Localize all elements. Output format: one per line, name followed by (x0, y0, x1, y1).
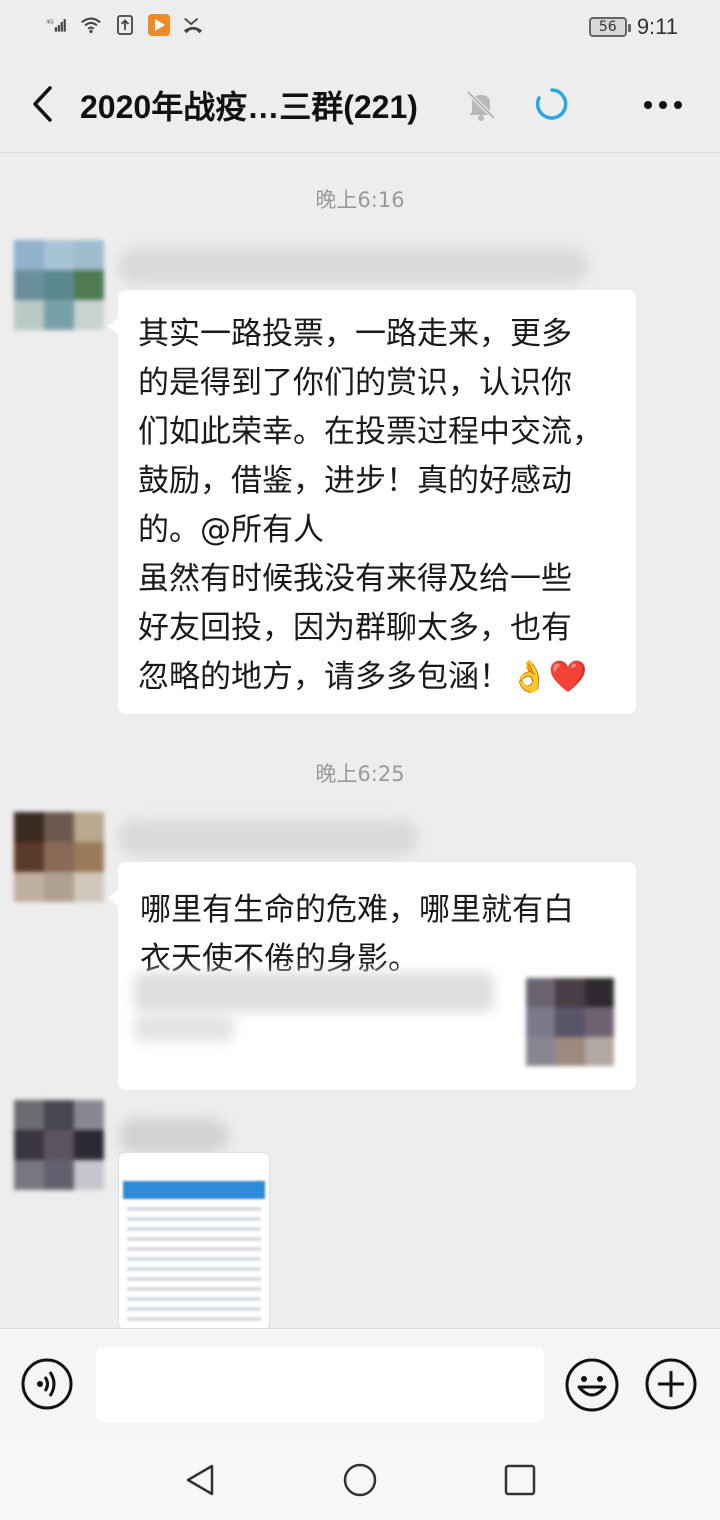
chat-title: 2020年战疫…三群(221) (80, 89, 418, 125)
avatar[interactable] (14, 812, 104, 902)
emoji-button[interactable] (564, 1357, 620, 1413)
voice-icon (21, 1358, 73, 1410)
upload-icon (114, 14, 136, 36)
message-text: 其实一路投票，一路走来，更多 的是得到了你们的赏识，认识你 们如此荣幸。在投票过… (138, 310, 618, 702)
message-bubble[interactable]: 哪里有生命的危难，哪里就有白 衣天使不倦的身影。 (108, 862, 636, 1090)
sender-name-blurred (118, 820, 418, 856)
plus-icon (645, 1358, 697, 1410)
voice-input-button[interactable] (20, 1357, 74, 1411)
chat-input-bar (0, 1328, 720, 1441)
triangle-back-icon (186, 1464, 214, 1496)
avatar[interactable] (14, 1100, 104, 1190)
battery-level: 56 (598, 19, 617, 35)
link-thumbnail (526, 978, 614, 1066)
image-body-blurred (127, 1207, 261, 1327)
chat-header: 2020年战疫…三群(221) (0, 56, 720, 153)
image-header-blurred (123, 1181, 265, 1199)
nav-home-button[interactable] (340, 1460, 380, 1500)
message-timestamp: 晚上6:16 (315, 188, 405, 212)
status-icons-left: 4G (46, 14, 204, 36)
missed-call-icon (182, 14, 204, 36)
more-functions-button[interactable] (644, 1357, 698, 1411)
message-body: 其实一路投票，一路走来，更多 的是得到了你们的赏识，认识你 们如此荣幸。在投票过… (138, 316, 603, 695)
muted-bell-icon (464, 88, 498, 122)
avatar[interactable] (14, 240, 104, 330)
chevron-left-icon (33, 86, 52, 122)
message-timestamp: 晚上6:25 (315, 762, 405, 786)
square-recents-icon (504, 1464, 536, 1496)
smiley-icon (565, 1358, 619, 1412)
more-dots-icon (644, 101, 682, 109)
video-app-icon (148, 14, 170, 36)
status-bar: 4G 56 9:11 (0, 0, 720, 56)
circle-home-icon (343, 1463, 377, 1497)
back-button[interactable] (22, 84, 62, 124)
more-options-button[interactable] (640, 88, 686, 122)
sender-name-blurred (118, 1118, 228, 1154)
clock: 9:11 (636, 14, 678, 39)
message-input[interactable] (96, 1347, 544, 1423)
svg-text:4G: 4G (46, 20, 54, 26)
battery-icon: 56 (588, 17, 631, 37)
sender-name-blurred (118, 248, 588, 284)
ok-hand-emoji: 👌 (510, 659, 549, 695)
heart-emoji: ❤️ (548, 659, 588, 695)
link-source-blurred (134, 1014, 234, 1042)
message-text: 哪里有生命的危难，哪里就有白 衣天使不倦的身影。 (140, 892, 574, 977)
link-title-blurred (134, 972, 494, 1012)
nav-back-button[interactable] (180, 1460, 220, 1500)
wifi-icon (80, 14, 102, 36)
message-bubble[interactable]: 其实一路投票，一路走来，更多 的是得到了你们的赏识，认识你 们如此荣幸。在投票过… (108, 290, 636, 714)
loading-spinner-icon (534, 86, 570, 122)
system-nav-bar (0, 1440, 720, 1520)
status-icons-right: 56 9:11 (588, 14, 678, 40)
image-message[interactable] (118, 1152, 270, 1330)
nav-recents-button[interactable] (500, 1460, 540, 1500)
cellular-signal-icon: 4G (46, 14, 68, 36)
